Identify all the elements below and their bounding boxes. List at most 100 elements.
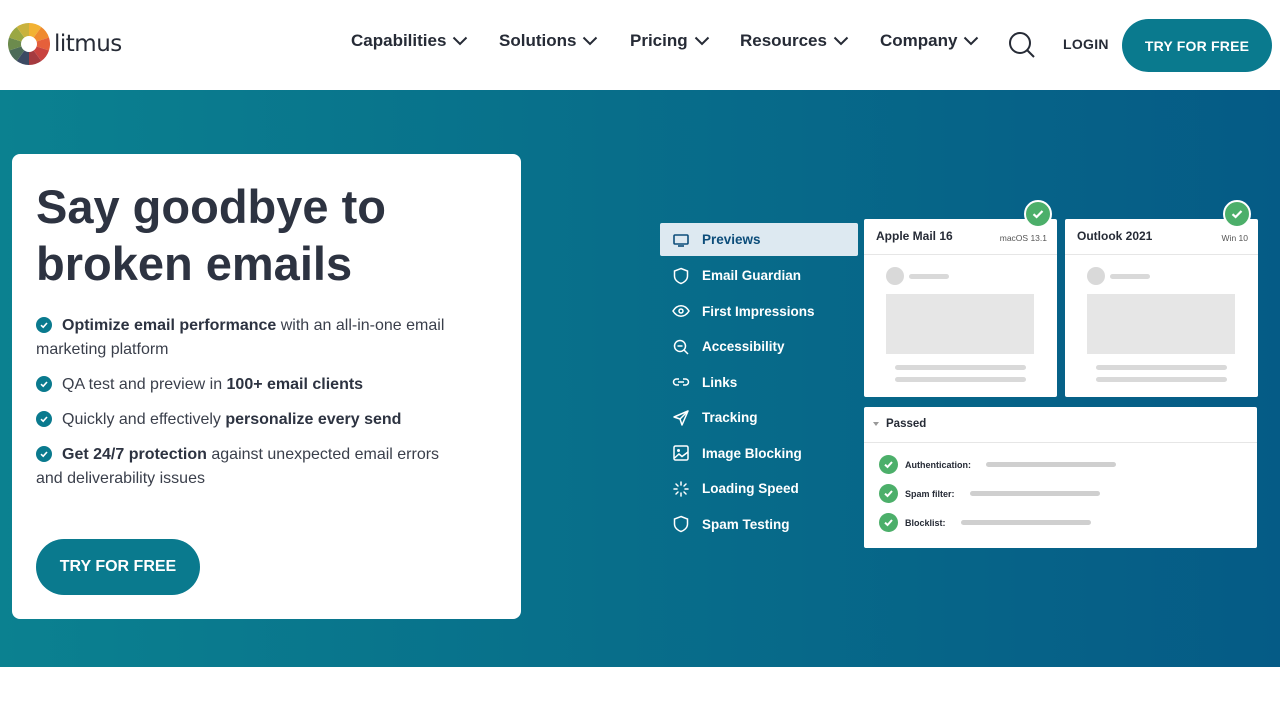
shield-icon [673,267,689,285]
feature-item: QA test and preview in 100+ email client… [36,373,466,397]
chevron-down-icon [964,36,979,46]
try-for-free-header-button[interactable]: TRY FOR FREE [1122,19,1272,72]
check-circle-icon [36,411,52,427]
feature-item: Optimize email performance with an all-i… [36,314,466,362]
menu-item-spam-testing[interactable]: Spam Testing [660,507,858,543]
spinner-icon [673,481,689,497]
placeholder-line [1096,377,1227,382]
magnifier-icon [673,339,689,355]
menu-item-accessibility[interactable]: Accessibility [660,329,858,365]
check-badge-icon [1223,200,1251,228]
hero-card: Say goodbye to broken emails Optimize em… [12,154,521,619]
feature-item: Quickly and effectively personalize ever… [36,408,466,432]
preview-client-name: Apple Mail 16 [876,229,953,243]
nav-capabilities[interactable]: Capabilities [351,31,468,51]
feature-text: QA test and preview in [62,376,227,393]
preview-client-os: macOS 13.1 [999,233,1047,243]
chevron-down-icon [694,36,709,46]
feature-bold: personalize every send [225,411,402,428]
preview-client-os: Win 10 [1221,233,1248,243]
product-menu: Previews Email Guardian First Impression… [660,223,858,542]
eye-icon [672,305,690,318]
menu-item-label: Accessibility [702,339,785,355]
check-circle-icon [879,455,898,474]
menu-item-label: Loading Speed [702,481,799,497]
shield-icon [673,515,689,533]
menu-item-label: Spam Testing [702,516,790,532]
feature-item: Get 24/7 protection against unexpected e… [36,443,466,491]
nav-label: Capabilities [351,31,447,50]
nav-label: Resources [740,31,827,50]
check-circle-icon [879,484,898,503]
chevron-down-icon [583,36,598,46]
check-row-authentication: Authentication: [879,455,1116,474]
feature-text: Quickly and effectively [62,411,226,428]
nav-label: Pricing [630,31,688,50]
hero-headline: Say goodbye to broken emails [36,180,386,290]
placeholder-line [1096,365,1227,370]
check-circle-icon [36,446,52,462]
placeholder-image [1087,294,1235,354]
passed-title: Passed [886,418,927,430]
menu-item-tracking[interactable]: Tracking [660,400,858,436]
chevron-down-icon [453,36,468,46]
passed-checks-panel: Passed Authentication: Spam filter: Bloc… [864,407,1257,548]
feature-bold: Get 24/7 protection [62,446,207,463]
send-icon [673,410,689,426]
check-row-blocklist: Blocklist: [879,513,1091,532]
logo-text: litmus [54,31,122,57]
link-icon [672,378,690,386]
nav-company[interactable]: Company [880,31,979,51]
menu-item-image-blocking[interactable]: Image Blocking [660,436,858,472]
check-label: Spam filter: [905,488,955,499]
nav-label: Company [880,31,958,50]
menu-item-label: Image Blocking [702,445,802,461]
hero-section: Say goodbye to broken emails Optimize em… [0,90,1280,667]
chevron-down-icon [833,36,849,46]
placeholder-line [1110,274,1150,279]
menu-item-previews[interactable]: Previews [660,223,858,256]
nav-resources[interactable]: Resources [740,31,849,51]
check-row-spam-filter: Spam filter: [879,484,1100,503]
feature-list: Optimize email performance with an all-i… [36,314,466,502]
caret-down-icon [873,422,879,426]
search-button[interactable] [1008,31,1036,64]
menu-item-label: Tracking [702,410,758,426]
check-circle-icon [36,317,52,333]
nav-solutions[interactable]: Solutions [499,31,598,51]
check-label: Blocklist: [905,517,946,528]
menu-item-email-guardian[interactable]: Email Guardian [660,258,858,294]
check-circle-icon [879,513,898,532]
placeholder-line [895,365,1026,370]
menu-item-label: Previews [702,232,761,247]
menu-item-label: Email Guardian [702,268,802,284]
placeholder-avatar [1087,267,1105,285]
placeholder-line [909,274,949,279]
menu-item-links[interactable]: Links [660,365,858,401]
placeholder-line [895,377,1026,382]
check-label: Authentication: [905,459,971,470]
nav-label: Solutions [499,31,577,50]
feature-bold: Optimize email performance [62,317,277,334]
monitor-icon [673,233,689,247]
preview-card-outlook: Outlook 2021 Win 10 [1065,200,1258,397]
placeholder-line [960,520,1091,525]
login-link[interactable]: LOGIN [1063,36,1109,52]
image-icon [673,445,689,461]
litmus-logo[interactable]: litmus [8,23,122,65]
try-for-free-hero-button[interactable]: TRY FOR FREE [36,539,200,595]
menu-item-first-impressions[interactable]: First Impressions [660,294,858,330]
placeholder-avatar [886,267,904,285]
preview-card-apple-mail: Apple Mail 16 macOS 13.1 [864,200,1057,397]
placeholder-line [986,462,1116,467]
menu-item-label: Links [702,374,738,390]
placeholder-line [969,491,1100,496]
search-icon [1009,32,1035,58]
preview-client-name: Outlook 2021 [1077,229,1153,243]
feature-bold: 100+ email clients [226,376,364,393]
menu-item-label: First Impressions [702,303,815,319]
nav-pricing[interactable]: Pricing [630,31,710,51]
menu-item-loading-speed[interactable]: Loading Speed [660,471,858,507]
site-header: litmus Capabilities Solutions Pricing Re… [0,0,1280,90]
check-circle-icon [36,376,52,392]
